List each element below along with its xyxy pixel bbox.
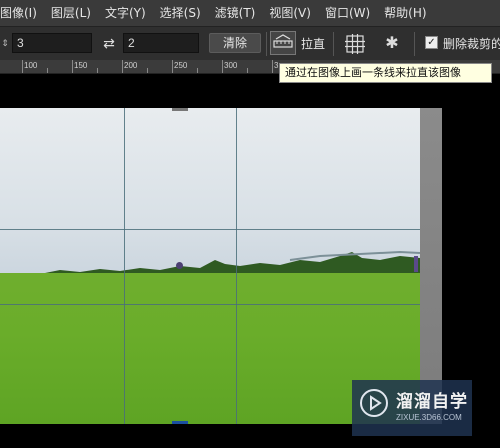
grid-overlay-icon[interactable] xyxy=(345,34,365,54)
menu-image[interactable]: 图像(I) xyxy=(0,0,44,26)
crop-grid-line xyxy=(0,304,420,305)
crop-handle-right[interactable] xyxy=(414,256,418,272)
crop-grid-line xyxy=(236,108,237,424)
crop-grid-line xyxy=(124,108,125,424)
menu-layer[interactable]: 图层(L) xyxy=(44,0,98,26)
ruler-tick xyxy=(247,68,248,73)
ruler-tick xyxy=(172,60,173,73)
canvas-transparent-edge xyxy=(420,108,442,424)
menu-help[interactable]: 帮助(H) xyxy=(377,0,433,26)
ruler-label: 150 xyxy=(74,61,88,70)
menu-type[interactable]: 文字(Y) xyxy=(98,0,153,26)
menu-view[interactable]: 视图(V) xyxy=(262,0,318,26)
ratio-width-field[interactable]: 3 xyxy=(12,33,92,53)
ratio-height-field[interactable]: 2 xyxy=(123,33,199,53)
menu-bar: 图像(I) 图层(L) 文字(Y) 选择(S) 滤镜(T) 视图(V) 窗口(W… xyxy=(0,0,500,26)
menu-select[interactable]: 选择(S) xyxy=(153,0,208,26)
toolbar-divider xyxy=(333,32,334,56)
gear-icon[interactable]: ✱ xyxy=(382,33,402,53)
watermark-title: 溜溜自学 xyxy=(396,392,468,412)
crop-handle-top[interactable] xyxy=(172,108,188,111)
ruler-tick xyxy=(222,60,223,73)
crop-grid-line xyxy=(0,229,420,230)
clear-button[interactable]: 清除 xyxy=(209,33,261,53)
ruler-tick xyxy=(197,68,198,73)
ruler-label: 250 xyxy=(174,61,188,70)
spin-arrows-icon[interactable]: ⇕ xyxy=(0,36,10,52)
delete-cropped-label[interactable]: 删除裁剪的 xyxy=(443,35,500,52)
crop-center-marker-icon[interactable] xyxy=(176,262,183,269)
menu-window[interactable]: 窗口(W) xyxy=(318,0,377,26)
ruler-tick xyxy=(47,68,48,73)
delete-cropped-checkbox[interactable]: ✓ xyxy=(425,36,438,49)
watermark-badge: 溜溜自学 ZIXUE.3D66.COM xyxy=(352,380,472,436)
ruler-tick xyxy=(72,60,73,73)
crop-handle-bottom[interactable] xyxy=(172,421,188,424)
ruler-tick xyxy=(147,68,148,73)
options-bar: ⇕ 3 ⇄ 2 清除 拉直 ✱ ✓ 删除裁剪的 xyxy=(0,26,500,60)
ruler-tick xyxy=(272,60,273,73)
straighten-tooltip: 通过在图像上画一条线来拉直该图像 xyxy=(279,63,492,83)
ruler-label: 3 xyxy=(274,61,279,70)
ruler-tick xyxy=(97,68,98,73)
watermark-url: ZIXUE.3D66.COM xyxy=(396,413,462,422)
swap-arrows-icon[interactable]: ⇄ xyxy=(100,35,118,53)
ruler-label: 100 xyxy=(24,61,38,70)
ruler-label: 200 xyxy=(124,61,138,70)
straighten-ruler-icon[interactable] xyxy=(270,31,296,55)
menu-filter[interactable]: 滤镜(T) xyxy=(208,0,263,26)
play-logo-icon xyxy=(360,389,388,417)
ruler-label: 300 xyxy=(224,61,238,70)
ruler-tick xyxy=(122,60,123,73)
toolbar-divider xyxy=(266,32,267,56)
photo-canvas[interactable] xyxy=(0,108,420,424)
straighten-label[interactable]: 拉直 xyxy=(301,35,325,52)
toolbar-divider xyxy=(414,32,415,56)
ruler-tick xyxy=(22,60,23,73)
